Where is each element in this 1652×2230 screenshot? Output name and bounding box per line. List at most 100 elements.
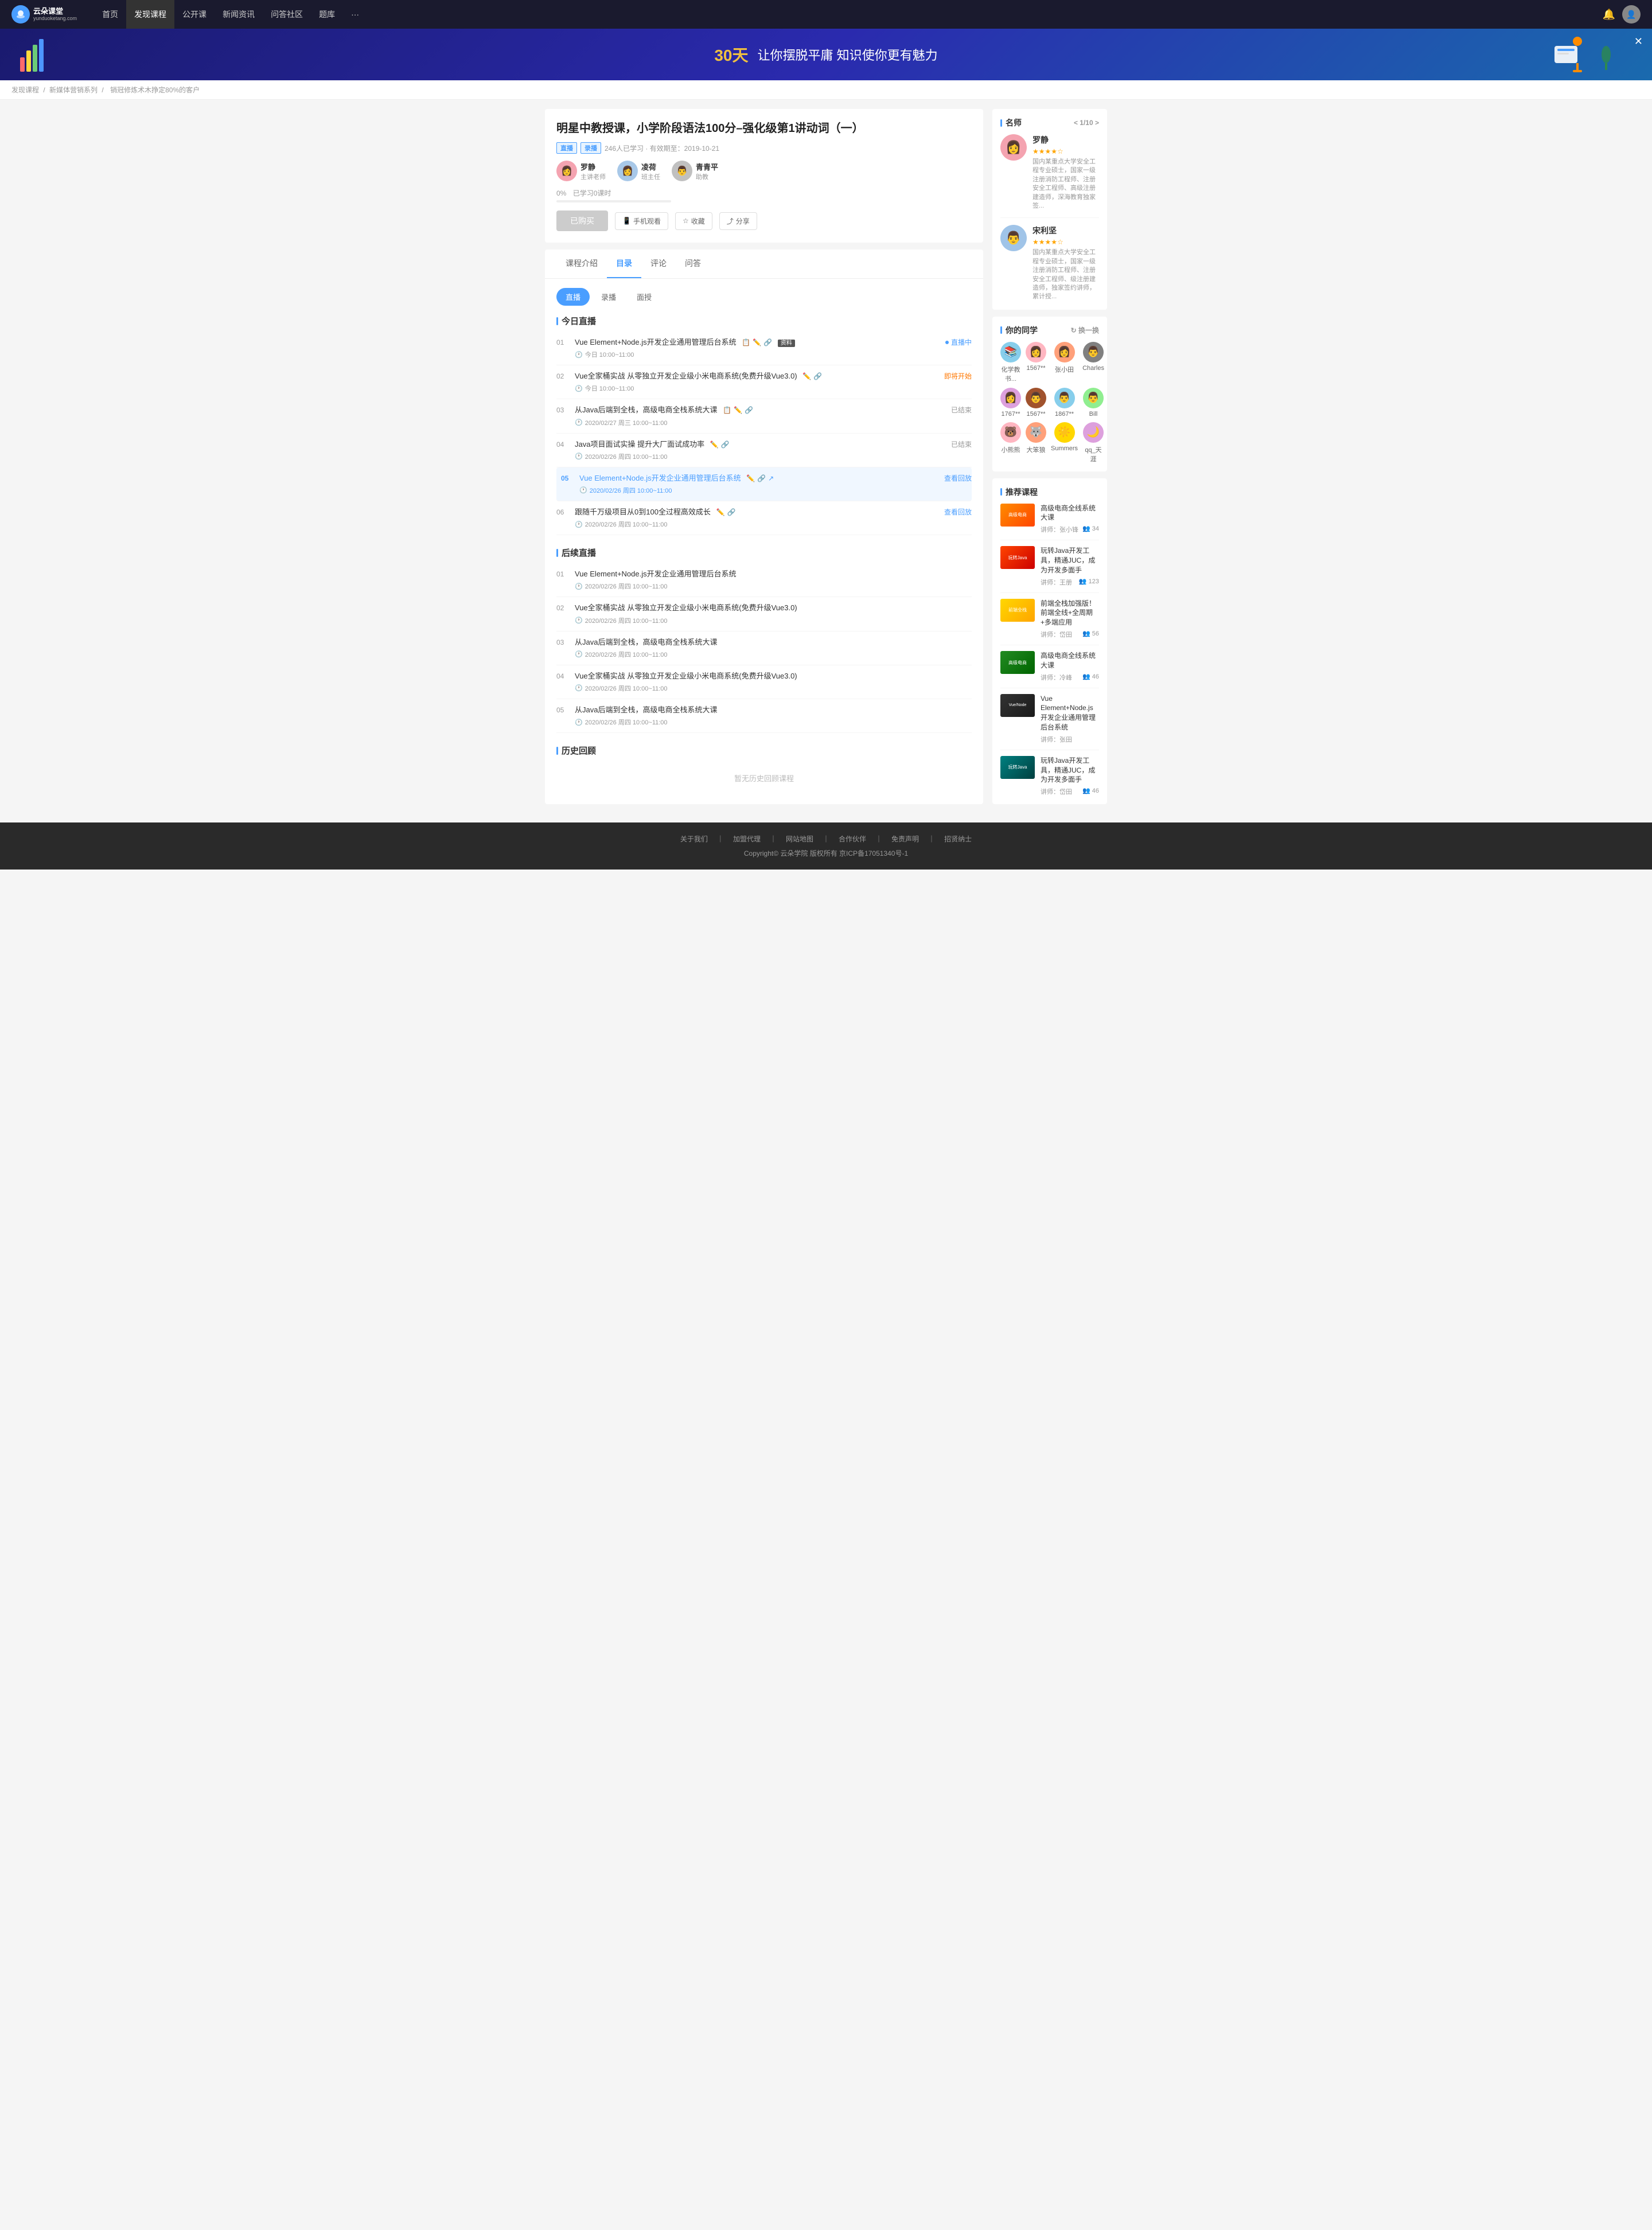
notification-bell[interactable]: 🔔	[1603, 9, 1615, 21]
nav-more[interactable]: ···	[343, 0, 367, 29]
classmate-avatar-1: 👩	[1026, 342, 1046, 362]
main-container: 明星中教授课，小学阶段语法100分–强化级第1讲动词（一） 直播 录播 246人…	[539, 109, 1113, 811]
copy-icon-01[interactable]: 📋	[742, 338, 750, 348]
nav-discover[interactable]: 发现课程	[126, 0, 174, 29]
link-icon-02[interactable]: 🔗	[813, 372, 822, 381]
classmates-title: 你的同学 ↻ 换一换	[1000, 325, 1099, 336]
lesson-num-02: 02	[556, 371, 570, 380]
collect-button[interactable]: ☆ 收藏	[675, 212, 712, 230]
lesson-status-02[interactable]: 即将开始	[938, 371, 972, 381]
nav-news[interactable]: 新闻资讯	[215, 0, 263, 29]
classmate-10[interactable]: ☀️ Summers	[1051, 422, 1078, 463]
page-footer: 关于我们 ｜ 加盟代理 ｜ 网站地图 ｜ 合作伙伴 ｜ 免责声明 ｜ 招贤纳士 …	[0, 822, 1652, 870]
classmates-refresh[interactable]: ↻ 换一换	[1071, 325, 1099, 335]
share-icon-05[interactable]: ↗	[768, 474, 774, 484]
nav-quiz[interactable]: 题库	[311, 0, 343, 29]
course-tabs-card: 课程介绍 目录 评论 问答 直播 录播 面授 今日直播 01	[545, 249, 983, 804]
classmates-card: 你的同学 ↻ 换一换 📚 化学教书... 👩 1567** 👩	[992, 317, 1107, 471]
nav-open[interactable]: 公开课	[174, 0, 215, 29]
classmate-0[interactable]: 📚 化学教书...	[1000, 342, 1021, 383]
teacher-card-0: 👩 罗静 ★★★★☆ 国内某重点大学安全工程专业硕士，国家一级注册消防工程师、注…	[1000, 134, 1099, 218]
main-nav: 首页 发现课程 公开课 新闻资讯 问答社区 题库 ···	[94, 0, 367, 29]
sub-tab-live[interactable]: 直播	[556, 288, 590, 306]
logo-text: 云朵课堂 yunduoketang.com	[33, 7, 77, 22]
rec-item-0[interactable]: 高级电商 高级电商全线系统大课 讲师：张小锋 👥 34	[1000, 504, 1099, 541]
rec-item-4[interactable]: Vue/Node Vue Element+Node.js开发企业通用管理后台系统…	[1000, 694, 1099, 750]
classmate-name-10: Summers	[1051, 445, 1078, 452]
rec-item-3[interactable]: 高级电商 高级电商全线系统大课 讲师：冷峰 👥 46	[1000, 651, 1099, 688]
footer-disclaimer[interactable]: 免责声明	[891, 834, 919, 844]
sub-tab-replay[interactable]: 录播	[592, 288, 625, 306]
classmate-1[interactable]: 👩 1567**	[1026, 342, 1046, 383]
lesson-num-03: 03	[556, 405, 570, 414]
rec-title-1: 玩转Java开发工具，精通JUC，成为开发多面手	[1041, 546, 1099, 575]
edit-icon-05[interactable]: ✏️	[746, 474, 755, 484]
copy-icon-03[interactable]: 📋	[723, 406, 731, 415]
classmate-name-5: 1567**	[1026, 411, 1045, 418]
nav-qa[interactable]: 问答社区	[263, 0, 311, 29]
link-icon-05[interactable]: 🔗	[757, 474, 766, 484]
classmate-9[interactable]: 🐺 大笨狼	[1026, 422, 1046, 463]
link-icon-01[interactable]: 🔗	[763, 338, 772, 348]
mobile-watch-button[interactable]: 📱 手机观看	[615, 212, 668, 230]
teachers-pagination[interactable]: < 1/10 >	[1074, 119, 1099, 127]
link-icon-04[interactable]: 🔗	[721, 440, 730, 450]
classmate-3[interactable]: 👨 Charles	[1082, 342, 1104, 383]
edit-icon-02[interactable]: ✏️	[802, 372, 811, 381]
edit-icon-06[interactable]: ✏️	[716, 508, 725, 517]
rec-thumb-3: 高级电商	[1000, 651, 1035, 674]
link-icon-06[interactable]: 🔗	[727, 508, 736, 517]
bought-button[interactable]: 已购买	[556, 210, 608, 231]
edit-icon-03[interactable]: ✏️	[734, 406, 742, 415]
classmate-name-11: qq_天涯	[1082, 445, 1104, 463]
rec-item-2[interactable]: 前端全栈 前端全栈加强版！前端全线+全周期+多端应用 讲师：岱田 👥 56	[1000, 599, 1099, 645]
tab-intro[interactable]: 课程介绍	[556, 249, 607, 278]
rec-thumb-5: 玩转Java	[1000, 756, 1035, 779]
lesson-status-05[interactable]: 查看回放	[938, 473, 972, 483]
breadcrumb-series[interactable]: 新媒体营销系列	[49, 86, 98, 94]
rec-item-5[interactable]: 玩转Java 玩转Java开发工具，精通JUC，成为开发多面手 讲师：岱田 👥 …	[1000, 756, 1099, 796]
classmate-2[interactable]: 👩 张小田	[1051, 342, 1078, 383]
lesson-status-01[interactable]: 直播中	[940, 337, 972, 347]
rec-item-1[interactable]: 玩转Java 玩转Java开发工具，精通JUC，成为开发多面手 讲师：王册 👥 …	[1000, 546, 1099, 592]
teacher-card-name-1: 宋利坚	[1032, 225, 1099, 236]
breadcrumb-home[interactable]: 发现课程	[11, 86, 39, 94]
user-avatar[interactable]: 👤	[1622, 5, 1641, 24]
footer-partner[interactable]: 合作伙伴	[839, 834, 866, 844]
footer-agent[interactable]: 加盟代理	[733, 834, 761, 844]
classmate-5[interactable]: 👨 1567**	[1026, 388, 1046, 418]
classmate-avatar-9: 🐺	[1026, 422, 1046, 443]
tab-qa[interactable]: 问答	[676, 249, 710, 278]
recommended-card: 推荐课程 高级电商 高级电商全线系统大课 讲师：张小锋 👥 34 玩转Java …	[992, 478, 1107, 805]
nav-home[interactable]: 首页	[94, 0, 126, 29]
sub-tab-classroom[interactable]: 面授	[628, 288, 661, 306]
edit-icon-04[interactable]: ✏️	[710, 440, 719, 450]
later-time-03: 🕐 2020/02/26 周四 10:00~11:00	[575, 650, 972, 659]
classmate-6[interactable]: 👨 1867**	[1051, 388, 1078, 418]
rec-title-5: 玩转Java开发工具，精通JUC，成为开发多面手	[1041, 756, 1099, 785]
teacher-stars-0: ★★★★☆	[1032, 147, 1099, 155]
lesson-time-02: 🕐 今日 10:00~11:00	[575, 384, 938, 393]
classmate-11[interactable]: 🌙 qq_天涯	[1082, 422, 1104, 463]
logo[interactable]: 云朵课堂 yunduoketang.com	[11, 5, 77, 24]
share-button[interactable]: ⤴ 分享	[719, 212, 757, 230]
footer-recruit[interactable]: 招贤纳士	[944, 834, 972, 844]
lesson-item-01: 01 Vue Element+Node.js开发企业通用管理后台系统 📋 ✏️ …	[556, 332, 972, 365]
classmate-avatar-6: 👨	[1054, 388, 1075, 408]
content-right: 名师 < 1/10 > 👩 罗静 ★★★★☆ 国内某重点大学安全工程专业硕士，国…	[992, 109, 1107, 811]
edit-icon-01[interactable]: ✏️	[753, 338, 761, 348]
later-num-04: 04	[556, 671, 570, 680]
footer-sitemap[interactable]: 网站地图	[786, 834, 813, 844]
footer-about[interactable]: 关于我们	[680, 834, 708, 844]
classmate-8[interactable]: 🐻 小熊熊	[1000, 422, 1021, 463]
lesson-status-06[interactable]: 查看回放	[938, 507, 972, 517]
later-lesson-01: 01 Vue Element+Node.js开发企业通用管理后台系统 🕐 202…	[556, 563, 972, 597]
banner-close-icon[interactable]: ✕	[1634, 36, 1643, 48]
classmate-7[interactable]: 👨 Bill	[1082, 388, 1104, 418]
tab-catalog[interactable]: 目录	[607, 249, 641, 278]
tab-comments[interactable]: 评论	[641, 249, 676, 278]
teacher-name-0: 罗静	[580, 161, 606, 172]
classmate-4[interactable]: 👩 1767**	[1000, 388, 1021, 418]
link-icon-03[interactable]: 🔗	[745, 406, 753, 415]
teacher-card-avatar-1: 👨	[1000, 225, 1027, 251]
